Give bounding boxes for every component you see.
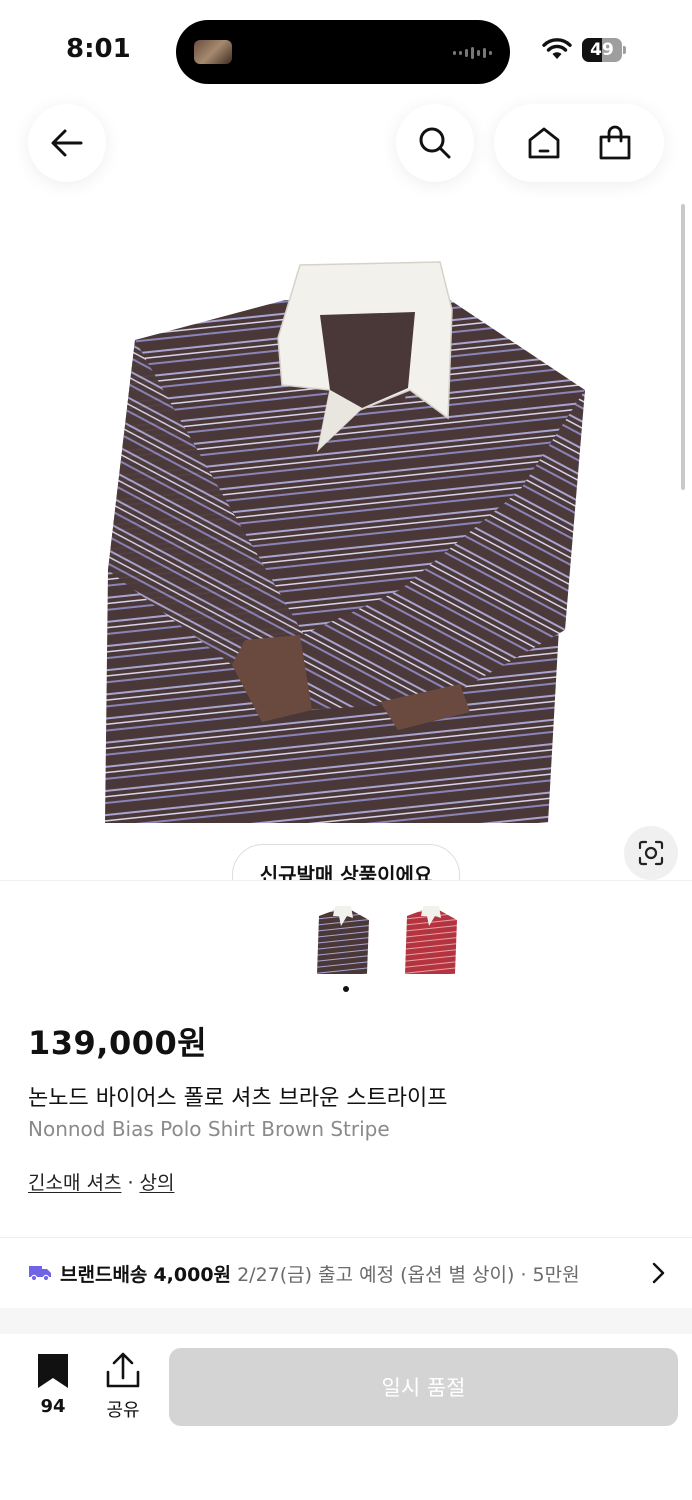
status-time: 8:01 <box>66 34 131 64</box>
color-thumbnail-red[interactable] <box>398 902 462 978</box>
product-name-korean: 논노드 바이어스 폴로 셔츠 브라운 스트라이프 <box>28 1086 448 1111</box>
image-divider <box>0 880 692 881</box>
shopping-bag-icon <box>599 125 630 160</box>
back-button[interactable] <box>28 104 106 182</box>
share-button[interactable]: 공유 <box>98 1352 148 1422</box>
home-icon <box>528 127 559 159</box>
share-label: 공유 <box>106 1400 140 1421</box>
battery-level: 49 <box>590 40 614 60</box>
bookmark-icon <box>38 1354 68 1388</box>
shipping-info: 브랜드배송 4,000원 2/27(금) 출고 예정 (옵션 별 상이) · 5… <box>60 1260 634 1287</box>
category-link-long-sleeve-shirt[interactable]: 긴소매 셔츠 <box>28 1172 121 1194</box>
back-arrow-icon <box>51 129 83 157</box>
color-thumbnails <box>310 902 462 978</box>
audio-waveform-icon <box>453 46 492 60</box>
status-bar: 8:01 49 <box>0 0 692 100</box>
shipping-label: 브랜드배송 <box>60 1263 148 1286</box>
lens-search-icon <box>638 840 664 866</box>
bottom-action-bar: 94 공유 일시 품절 <box>0 1334 692 1500</box>
category-link-top[interactable]: 상의 <box>140 1172 175 1194</box>
chevron-right-icon <box>652 1262 665 1284</box>
sold-out-button[interactable]: 일시 품절 <box>169 1348 678 1426</box>
product-image[interactable] <box>0 240 692 840</box>
image-search-button[interactable] <box>624 826 678 880</box>
dynamic-island <box>176 20 510 84</box>
search-button[interactable] <box>396 104 474 182</box>
wifi-icon <box>542 38 572 59</box>
red-shirt-thumbnail <box>405 906 457 974</box>
cart-button[interactable] <box>590 118 640 168</box>
search-icon <box>419 127 451 159</box>
share-icon <box>106 1352 140 1388</box>
product-price: 139,000원 <box>28 1024 208 1062</box>
home-button[interactable] <box>519 118 569 168</box>
scrollbar[interactable] <box>681 204 685 490</box>
sold-out-label: 일시 품절 <box>381 1376 466 1400</box>
new-release-badge: 신규발매 상품이에요 <box>232 844 460 880</box>
truck-icon <box>29 1266 51 1282</box>
color-thumbnail-brown[interactable] <box>310 902 374 978</box>
new-release-badge-label: 신규발매 상품이에요 <box>232 844 460 880</box>
bookmark-button[interactable]: 94 <box>28 1352 78 1417</box>
product-name-english: Nonnod Bias Polo Shirt Brown Stripe <box>28 1117 390 1141</box>
bookmark-count: 94 <box>40 1396 66 1417</box>
battery-icon: 49 <box>582 38 626 62</box>
carousel-indicator <box>343 986 349 992</box>
nav-action-group <box>494 104 664 182</box>
brown-shirt-thumbnail <box>317 906 369 974</box>
section-spacer <box>0 1308 692 1334</box>
category-breadcrumb: 긴소매 셔츠 · 상의 <box>28 1168 174 1195</box>
shipping-fee: 4,000원 <box>153 1263 232 1286</box>
shipping-detail: 2/27(금) 출고 예정 (옵션 별 상이) · 5만원 <box>237 1263 580 1286</box>
shipping-row[interactable]: 브랜드배송 4,000원 2/27(금) 출고 예정 (옵션 별 상이) · 5… <box>0 1238 692 1308</box>
now-playing-thumbnail <box>194 40 232 64</box>
category-separator: · <box>127 1172 134 1194</box>
